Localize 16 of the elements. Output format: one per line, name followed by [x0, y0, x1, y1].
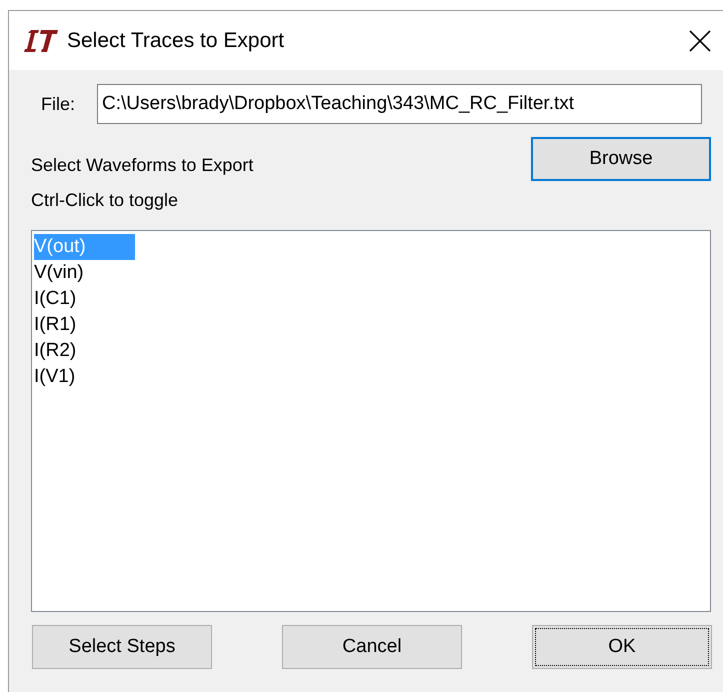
- waveform-item[interactable]: I(C1): [34, 286, 76, 312]
- instruction-text: Select Waveforms to Export: [31, 155, 254, 176]
- file-label: File:: [40, 94, 76, 114]
- dialog-button[interactable]: Select Steps: [32, 625, 212, 669]
- dialog-button[interactable]: Cancel: [282, 625, 462, 669]
- browse-button[interactable]: Browse: [531, 137, 711, 181]
- instruction-text: Ctrl-Click to toggle: [31, 190, 180, 211]
- close-icon[interactable]: [689, 30, 711, 52]
- waveform-item[interactable]: I(R1): [34, 312, 76, 338]
- file-path-field[interactable]: C:\Users\brady\Dropbox\Teaching\343\MC_RC_Filter.txt: [97, 84, 702, 124]
- window-title: Select Traces to Export: [67, 28, 284, 52]
- waveform-item[interactable]: I(V1): [34, 364, 76, 390]
- waveform-item[interactable]: V(vin): [34, 260, 84, 286]
- waveform-item[interactable]: I(R2): [34, 338, 76, 364]
- dialog-button[interactable]: OK: [532, 625, 712, 669]
- app-logo-icon: [24, 30, 58, 52]
